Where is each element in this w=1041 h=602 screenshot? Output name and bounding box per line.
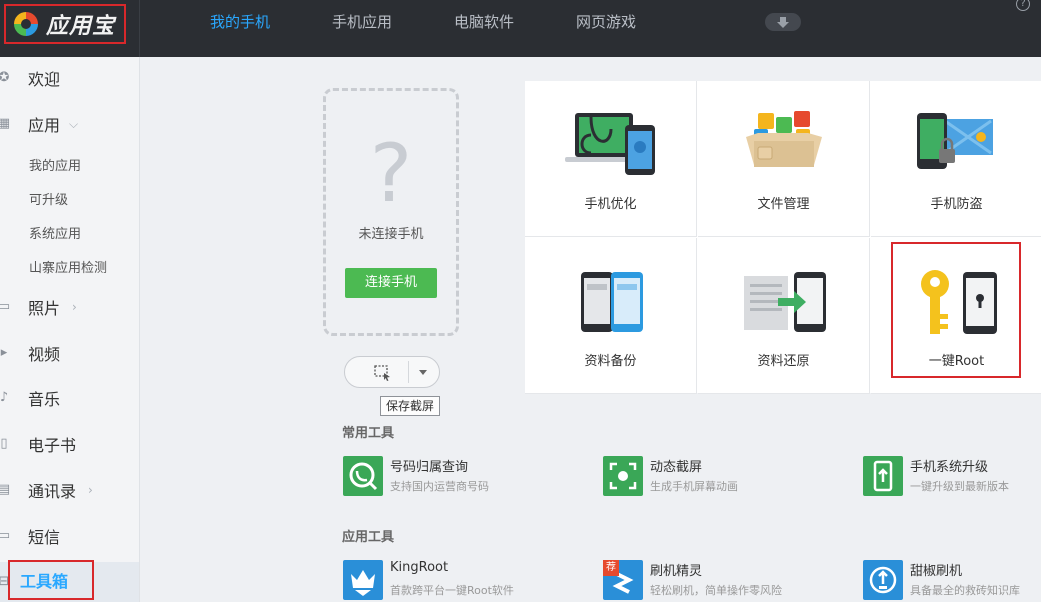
tool-tianjiao-shuaji[interactable]: 甜椒刷机 具备最全的救砖知识库	[863, 560, 1041, 600]
tool-dynamic-screenshot[interactable]: 动态截屏 生成手机屏幕动画	[603, 456, 823, 496]
grid-item-phone-optimize[interactable]: 手机优化	[525, 81, 697, 237]
tool-name: KingRoot	[390, 560, 449, 575]
app-title: 应用宝	[46, 14, 116, 39]
tool-shuaji-jingling[interactable]: 荐 刷机精灵 轻松刷机，简单操作零风险	[603, 560, 823, 600]
phone-upgrade-icon	[863, 456, 903, 496]
sidebar-sub-upgradable[interactable]: 可升级	[29, 189, 68, 208]
download-button[interactable]	[765, 13, 801, 31]
logo-highlight[interactable]: 应用宝	[4, 4, 126, 44]
tool-desc: 生成手机屏幕动画	[650, 480, 738, 493]
tool-desc: 轻松刷机，简单操作零风险	[650, 584, 782, 597]
music-icon: ♪	[0, 390, 9, 405]
phone-status: 未连接手机	[358, 227, 424, 242]
sidebar-item-label: 应用	[28, 116, 61, 135]
tool-number-lookup[interactable]: 号码归属查询 支持国内运营商号码	[343, 456, 563, 496]
sidebar-item-apps[interactable]: ▦ 应用 ⌵	[0, 109, 139, 139]
sms-icon: ▭	[0, 528, 11, 543]
nav-my-phone[interactable]: 我的手机	[210, 0, 270, 44]
tool-name: 号码归属查询	[390, 460, 469, 475]
sidebar-item-ebook[interactable]: ▯ 电子书	[0, 429, 139, 459]
caret-down-icon[interactable]	[418, 369, 428, 377]
kingroot-icon	[343, 560, 383, 600]
sidebar-item-label: 欢迎	[28, 70, 61, 89]
tool-name: 刷机精灵	[650, 564, 703, 579]
question-mark-icon: ?	[369, 127, 413, 220]
video-icon: ▸	[0, 345, 8, 360]
nav-web-games[interactable]: 网页游戏	[576, 0, 636, 44]
chevron-right-icon: ›	[72, 300, 77, 314]
photo-icon: ▭	[0, 299, 11, 314]
main-nav: 我的手机 手机应用 电脑软件 网页游戏	[210, 0, 698, 44]
sidebar-item-music[interactable]: ♪ 音乐	[0, 383, 139, 413]
contacts-icon: ▤	[0, 482, 11, 497]
phone-search-icon	[343, 456, 383, 496]
nav-phone-apps[interactable]: 手机应用	[332, 0, 392, 44]
sidebar-sub-fake-app-check[interactable]: 山寨应用检测	[29, 257, 107, 276]
tool-desc: 一键升级到最新版本	[910, 480, 1009, 493]
sidebar-sub-my-apps[interactable]: 我的应用	[29, 155, 81, 174]
tool-system-upgrade[interactable]: 手机系统升级 一键升级到最新版本	[863, 456, 1041, 496]
sidebar-item-label: 视频	[28, 345, 61, 364]
connect-phone-button[interactable]: 连接手机	[345, 268, 437, 298]
chevron-down-icon: ⌵	[69, 116, 79, 131]
logo-area: 应用宝	[0, 0, 140, 57]
section-title-app-tools: 应用工具	[342, 530, 395, 545]
sidebar-sub-system-apps[interactable]: 系统应用	[29, 223, 81, 242]
grid-item-backup[interactable]: 资料备份	[525, 238, 697, 394]
restore-icon	[744, 272, 826, 332]
divider	[408, 361, 409, 383]
sidebar-item-contacts[interactable]: ▤ 通讯录 ›	[0, 475, 139, 505]
anti-theft-icon	[917, 113, 993, 169]
book-icon: ▯	[0, 436, 8, 451]
grid-icon: ▦	[0, 116, 11, 131]
welcome-icon: ✪	[0, 70, 10, 85]
sidebar-item-label: 照片	[28, 299, 61, 318]
sidebar-item-label: 电子书	[28, 436, 77, 455]
grid-item-anti-theft[interactable]: 手机防盗	[871, 81, 1041, 237]
grid-item-label: 手机优化	[584, 197, 637, 212]
tool-desc: 支持国内运营商号码	[390, 480, 489, 493]
sidebar-item-welcome[interactable]: ✪ 欢迎	[0, 63, 139, 93]
top-bar: 应用宝 我的手机 手机应用 电脑软件 网页游戏 ?	[0, 0, 1041, 57]
sidebar-item-toolbox-label[interactable]: 工具箱	[20, 568, 68, 592]
tool-name: 甜椒刷机	[910, 564, 963, 579]
sidebar-item-video[interactable]: ▸ 视频	[0, 338, 139, 368]
save-screenshot-tooltip: 保存截屏	[380, 396, 441, 416]
section-title-common-tools: 常用工具	[342, 426, 395, 441]
tool-desc: 首款跨平台一键Root软件	[390, 584, 514, 597]
backup-icon	[581, 272, 643, 332]
sidebar-item-label: 音乐	[28, 390, 61, 409]
recommend-badge: 荐	[603, 560, 619, 576]
tool-name: 手机系统升级	[910, 460, 989, 475]
grid-item-file-manage[interactable]: 文件管理	[698, 81, 870, 237]
tool-desc: 具备最全的救砖知识库	[910, 584, 1020, 597]
phone-optimize-icon	[565, 113, 655, 175]
screen-capture-icon	[603, 456, 643, 496]
sidebar-item-sms[interactable]: ▭ 短信	[0, 521, 139, 551]
sidebar-item-label: 通讯录	[28, 482, 77, 501]
root-highlight	[891, 242, 1021, 378]
grid-item-label: 手机防盗	[930, 197, 983, 212]
grid-item-restore[interactable]: 资料还原	[698, 238, 870, 394]
tool-name: 动态截屏	[650, 460, 703, 475]
nav-pc-software[interactable]: 电脑软件	[454, 0, 514, 44]
tianjiao-icon	[863, 560, 903, 600]
sidebar-item-photos[interactable]: ▭ 照片 ›	[0, 292, 139, 322]
sidebar: ✪ 欢迎 ▦ 应用 ⌵ 我的应用 可升级 系统应用 山寨应用检测 ▭ 照片 › …	[0, 57, 140, 602]
file-manage-icon	[746, 111, 822, 167]
grid-item-label: 资料还原	[757, 354, 810, 369]
grid-item-label: 资料备份	[584, 354, 637, 369]
sidebar-item-label: 短信	[28, 528, 61, 547]
screenshot-control[interactable]	[344, 356, 440, 388]
screenshot-icon[interactable]	[373, 364, 393, 382]
chevron-right-icon: ›	[88, 483, 93, 497]
tool-kingroot[interactable]: KingRoot 首款跨平台一键Root软件	[343, 560, 563, 600]
grid-item-label: 文件管理	[757, 197, 810, 212]
help-icon[interactable]: ?	[1016, 0, 1030, 11]
download-icon	[777, 17, 789, 28]
logo-icon	[12, 10, 40, 38]
phone-connection-card: ? 未连接手机 连接手机	[323, 88, 459, 336]
